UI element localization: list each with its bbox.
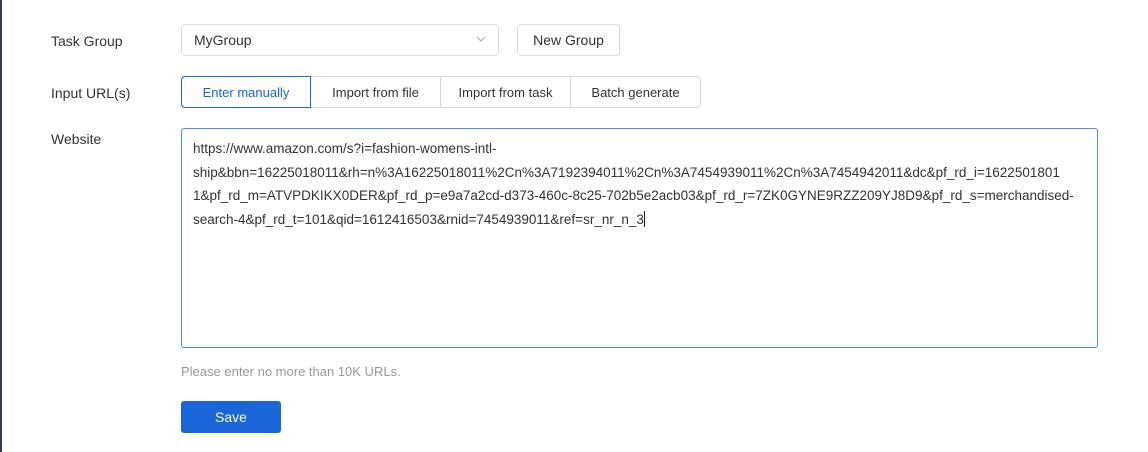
tab-import-from-task[interactable]: Import from task — [440, 76, 571, 108]
text-caret — [643, 210, 645, 227]
url-line: ship&bbn=16225018011&rh=n%3A16225018011%… — [193, 164, 1060, 180]
input-urls-label: Input URL(s) — [51, 85, 131, 101]
website-label: Website — [51, 131, 102, 147]
tab-import-from-file[interactable]: Import from file — [310, 76, 441, 108]
left-edge-border — [0, 0, 2, 452]
url-line: https://www.amazon.com/s?i=fashion-women… — [193, 141, 497, 156]
task-group-selected-value: MyGroup — [194, 32, 252, 48]
new-group-button[interactable]: New Group — [517, 24, 620, 56]
tab-batch-generate[interactable]: Batch generate — [570, 76, 701, 108]
task-group-select[interactable]: MyGroup — [181, 24, 499, 56]
url-line: search-4&pf_rd_t=101&qid=1612416503&rnid… — [193, 211, 644, 227]
url-limit-hint: Please enter no more than 10K URLs. — [181, 364, 401, 379]
task-group-label: Task Group — [51, 33, 123, 49]
tab-enter-manually[interactable]: Enter manually — [181, 76, 311, 108]
url-line: 1&pf_rd_m=ATVPDKIKX0DER&pf_rd_p=e9a7a2cd… — [193, 188, 1074, 203]
save-button[interactable]: Save — [181, 401, 281, 433]
website-url-textarea[interactable]: https://www.amazon.com/s?i=fashion-women… — [181, 128, 1098, 348]
chevron-down-icon — [476, 36, 486, 42]
